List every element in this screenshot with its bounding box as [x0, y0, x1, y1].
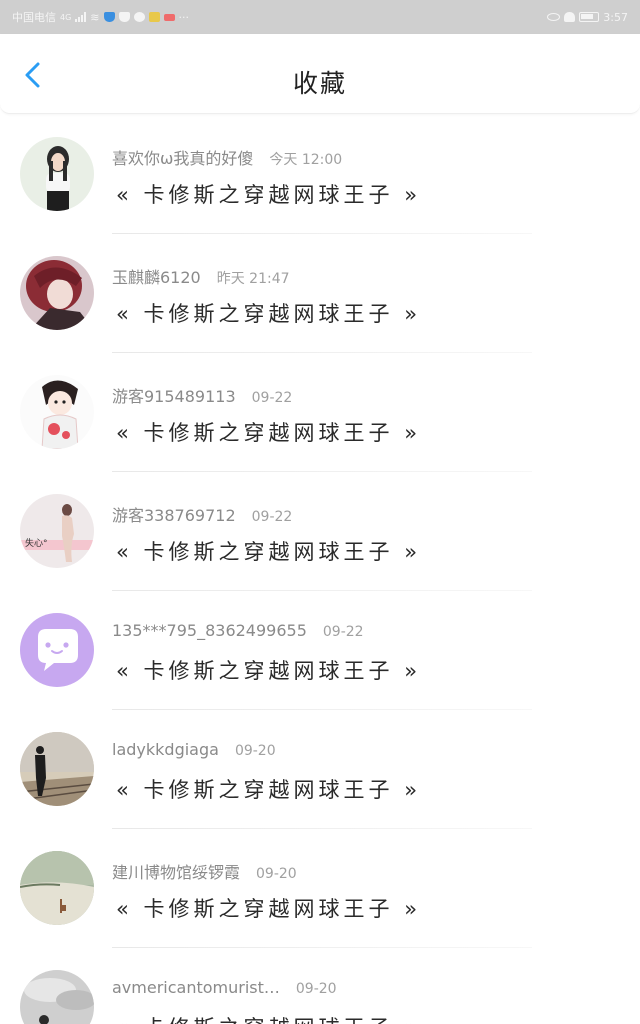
user-avatar[interactable]	[20, 256, 94, 330]
item-meta: 游客915489113 09-22	[112, 383, 292, 407]
item-time: 09-22	[251, 390, 293, 406]
more-notifications-icon: ···	[178, 10, 190, 24]
item-time: 昨天 21:47	[216, 271, 290, 287]
railway-silhouette-avatar-icon	[20, 732, 94, 806]
signal-icon	[75, 12, 87, 22]
item-meta: ladykkdgiaga 09-20	[112, 740, 276, 759]
item-time: 09-22	[251, 509, 293, 525]
clock: 3:57	[603, 10, 628, 24]
item-meta: 喜欢你ω我真的好傻 今天 12:00	[112, 145, 342, 169]
book-title[interactable]: « 卡修斯之穿越网球王子 »	[116, 774, 421, 804]
item-time: 09-22	[322, 624, 364, 640]
book-title[interactable]: « 卡修斯之穿越网球王子 »	[116, 536, 421, 566]
book-title[interactable]: « 卡修斯之穿越网球王子 »	[116, 179, 421, 209]
item-time: 09-20	[234, 743, 276, 759]
user-name[interactable]: 建川博物馆绥锣霞	[112, 863, 240, 882]
book-title[interactable]: « 卡修斯之穿越网球王子 »	[116, 417, 421, 447]
user-name[interactable]: 游客915489113	[112, 387, 236, 406]
anime-girl-avatar-icon	[20, 375, 94, 449]
user-name[interactable]: 135***795_8362499655	[112, 621, 307, 640]
user-name[interactable]: 喜欢你ω我真的好傻	[112, 149, 253, 168]
favorite-list-item[interactable]: 失心° 游客338769712 09-22 « 卡修斯之穿越网球王子 »	[0, 472, 640, 591]
book-title[interactable]: « 卡修斯之穿越网球王子 »	[116, 1012, 421, 1024]
landscape-chair-avatar-icon	[20, 851, 94, 925]
girl-photo-avatar-icon	[20, 137, 94, 211]
user-avatar[interactable]	[20, 137, 94, 211]
book-title[interactable]: « 卡修斯之穿越网球王子 »	[116, 298, 421, 328]
item-meta: 游客338769712 09-22	[112, 502, 292, 526]
item-meta: 135***795_8362499655 09-22	[112, 621, 364, 640]
dancer-avatar-icon: 失心°	[20, 494, 94, 568]
favorite-list-item[interactable]: 建川博物馆绥锣霞 09-20 « 卡修斯之穿越网球王子 »	[0, 829, 640, 948]
user-name[interactable]: 游客338769712	[112, 506, 236, 525]
user-name[interactable]: 玉麒麟6120	[112, 268, 201, 287]
user-avatar[interactable]	[20, 851, 94, 925]
network-type: 4G	[60, 12, 72, 22]
cloudy-sky-avatar-icon	[20, 970, 94, 1024]
security-shield-icon	[103, 12, 115, 22]
mute-bell-icon	[564, 12, 576, 22]
book-title[interactable]: « 卡修斯之穿越网球王子 »	[116, 655, 421, 685]
item-time: 09-20	[295, 981, 337, 997]
item-meta: 玉麒麟6120 昨天 21:47	[112, 264, 290, 288]
shield-check-icon	[118, 12, 130, 22]
favorite-list-item[interactable]: 135***795_8362499655 09-22 « 卡修斯之穿越网球王子 »	[0, 591, 640, 710]
item-meta: 建川博物馆绥锣霞 09-20	[112, 859, 297, 883]
user-avatar[interactable]	[20, 613, 94, 687]
wifi-icon: ≋	[90, 10, 100, 24]
battery-icon	[579, 12, 600, 22]
book-title[interactable]: « 卡修斯之穿越网球王子 »	[116, 893, 421, 923]
carrier-label: 中国电信	[12, 11, 56, 24]
eye-icon	[547, 13, 561, 21]
user-name[interactable]: avmericantomurist…	[112, 978, 280, 997]
mail-icon	[163, 13, 175, 21]
favorite-list-item[interactable]: 游客915489113 09-22 « 卡修斯之穿越网球王子 »	[0, 353, 640, 472]
item-time: 今天 12:00	[269, 152, 343, 168]
red-hair-illustration-avatar-icon	[20, 256, 94, 330]
favorite-list-item[interactable]: ladykkdgiaga 09-20 « 卡修斯之穿越网球王子 »	[0, 710, 640, 829]
user-avatar[interactable]	[20, 970, 94, 1024]
user-avatar[interactable]	[20, 375, 94, 449]
message-bubble-icon	[133, 12, 145, 22]
header-bar: 收藏	[0, 34, 640, 114]
chat-bubble-avatar-icon	[20, 613, 94, 687]
favorite-list-item[interactable]: 玉麒麟6120 昨天 21:47 « 卡修斯之穿越网球王子 »	[0, 234, 640, 353]
status-bar: 中国电信 4G ≋ ··· 3:57	[0, 0, 640, 34]
status-left: 中国电信 4G ≋ ···	[12, 9, 189, 25]
avatar-caption: 失心°	[25, 537, 48, 549]
app-notification-icon	[148, 12, 160, 22]
user-avatar[interactable]: 失心°	[20, 494, 94, 568]
user-avatar[interactable]	[20, 732, 94, 806]
item-time: 09-20	[256, 866, 297, 882]
user-name[interactable]: ladykkdgiaga	[112, 740, 219, 759]
favorite-list-item[interactable]: 喜欢你ω我真的好傻 今天 12:00 « 卡修斯之穿越网球王子 »	[0, 115, 640, 234]
status-right: 3:57	[547, 11, 628, 24]
item-meta: avmericantomurist… 09-20	[112, 978, 337, 997]
favorites-list: 喜欢你ω我真的好傻 今天 12:00 « 卡修斯之穿越网球王子 » 玉麒麟6120…	[0, 115, 640, 1024]
favorite-list-item[interactable]: avmericantomurist… 09-20 « 卡修斯之穿越网球王子 »	[0, 948, 640, 1024]
page-title: 收藏	[292, 69, 347, 98]
